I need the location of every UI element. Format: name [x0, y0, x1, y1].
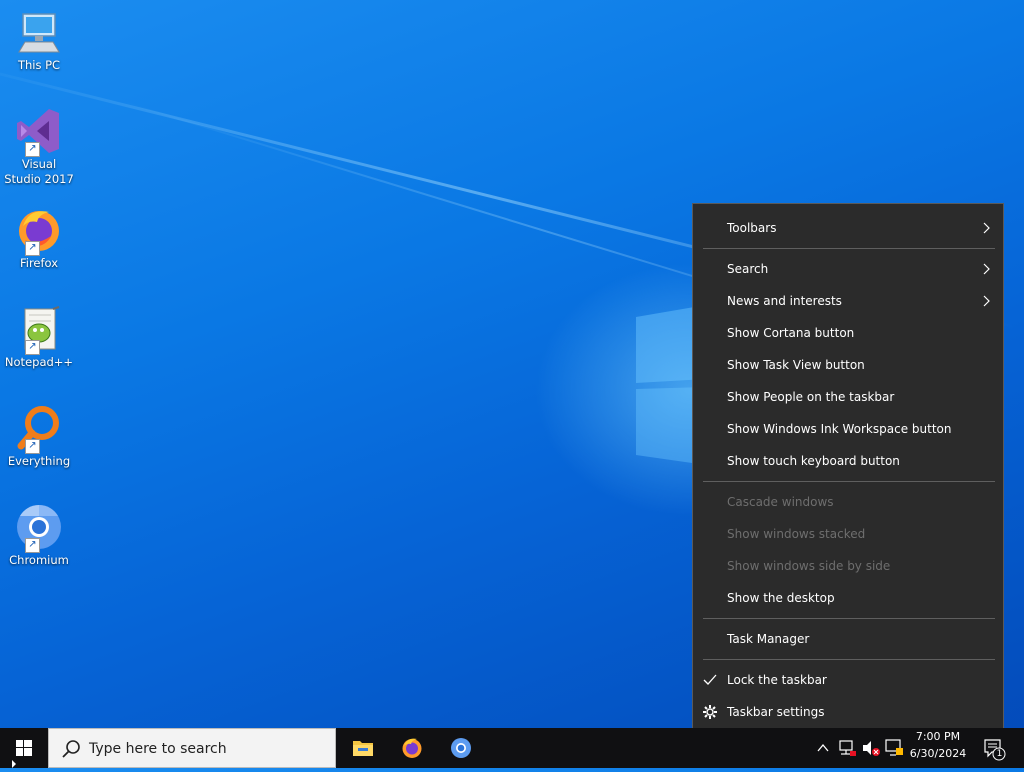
shortcut-arrow-icon: ↗ [25, 340, 40, 355]
search-icon [62, 740, 80, 758]
menu-item-show-task-view-button[interactable]: Show Task View button [693, 351, 1003, 379]
clock-time: 7:00 PM [915, 730, 961, 743]
firefox-icon [402, 738, 422, 758]
menu-item-show-ink-workspace[interactable]: Show Windows Ink Workspace button [693, 415, 1003, 443]
menu-item-show-the-desktop[interactable]: Show the desktop [693, 584, 1003, 612]
menu-item-label: Show People on the taskbar [727, 390, 895, 404]
menu-item-cascade-windows: Cascade windows [693, 488, 1003, 516]
menu-item-taskbar-settings[interactable]: Taskbar settings [693, 698, 1003, 726]
desktop-icon-chromium[interactable]: ↗ Chromium [2, 503, 76, 568]
action-center-button[interactable]: 1 [980, 728, 1010, 768]
menu-item-label: News and interests [727, 294, 842, 308]
menu-item-label: Show windows stacked [727, 527, 866, 541]
menu-item-label: Show Task View button [727, 358, 865, 372]
menu-item-search[interactable]: Search [693, 255, 1003, 283]
chromium-icon: ↗ [15, 503, 63, 553]
desktop-icon-label: Notepad++ [4, 355, 74, 369]
folder-icon [353, 741, 373, 756]
menu-item-show-windows-stacked: Show windows stacked [693, 520, 1003, 548]
menu-item-label: Show Windows Ink Workspace button [727, 422, 952, 436]
taskbar-search-box[interactable]: Type here to search [48, 728, 336, 768]
taskbar-firefox[interactable] [388, 728, 436, 768]
menu-separator [703, 659, 995, 660]
taskbar-file-explorer[interactable] [339, 728, 387, 768]
shortcut-arrow-icon: ↗ [25, 241, 40, 256]
search-placeholder: Type here to search [89, 741, 227, 757]
chevron-up-icon[interactable] [815, 728, 831, 768]
menu-item-label: Show touch keyboard button [727, 454, 900, 468]
menu-item-label: Show the desktop [727, 591, 835, 605]
menu-item-news-and-interests[interactable]: News and interests [693, 287, 1003, 315]
menu-item-label: Toolbars [727, 221, 777, 235]
start-button[interactable] [0, 728, 48, 768]
chromium-icon [451, 738, 471, 758]
volume-muted-icon[interactable] [861, 728, 881, 768]
taskbar-clock[interactable]: 7:00 PM 6/30/2024 [902, 728, 974, 768]
computer-icon [15, 8, 63, 56]
desktop-icon-visual-studio[interactable]: ↗ Visual Studio 2017 [2, 107, 76, 187]
menu-item-toolbars[interactable]: Toolbars [693, 214, 1003, 242]
menu-separator [703, 618, 995, 619]
menu-item-show-touch-keyboard[interactable]: Show touch keyboard button [693, 447, 1003, 475]
chevron-right-icon [983, 295, 990, 307]
taskbar-chromium[interactable] [437, 728, 485, 768]
shortcut-arrow-icon: ↗ [25, 142, 40, 157]
chevron-right-icon [983, 222, 990, 234]
windows-logo-icon [12, 740, 32, 768]
desktop-icon-label: Visual Studio 2017 [4, 157, 74, 186]
firefox-icon: ↗ [15, 206, 63, 256]
menu-separator [703, 481, 995, 482]
desktop-icon-label: Everything [7, 454, 71, 468]
menu-item-label: Cascade windows [727, 495, 834, 509]
shortcut-arrow-icon: ↗ [25, 538, 40, 553]
taskbar: Type here to search 7:00 PM 6/30/2024 1 [0, 728, 1024, 768]
desktop-icon-everything[interactable]: ↗ Everything [2, 404, 76, 469]
menu-item-label: Taskbar settings [727, 705, 825, 719]
gear-icon [703, 705, 717, 719]
menu-separator [703, 248, 995, 249]
menu-item-label: Show Cortana button [727, 326, 855, 340]
menu-item-lock-the-taskbar[interactable]: Lock the taskbar [693, 666, 1003, 694]
network-icon[interactable] [837, 728, 857, 768]
desktop-icon-this-pc[interactable]: This PC [2, 8, 76, 73]
menu-item-show-cortana-button[interactable]: Show Cortana button [693, 319, 1003, 347]
menu-item-task-manager[interactable]: Task Manager [693, 625, 1003, 653]
menu-item-label: Show windows side by side [727, 559, 891, 573]
everything-search-icon: ↗ [15, 404, 63, 454]
desktop-icon-label: Firefox [19, 256, 59, 270]
checkmark-icon [703, 674, 717, 685]
menu-item-show-people[interactable]: Show People on the taskbar [693, 383, 1003, 411]
display-warning-icon[interactable] [884, 728, 904, 768]
desktop-icon-label: This PC [17, 58, 61, 72]
visual-studio-icon: ↗ [15, 107, 63, 157]
desktop-icon-label: Chromium [9, 553, 69, 567]
notification-count-badge: 1 [996, 749, 1003, 759]
notepadpp-icon: ↗ [15, 305, 63, 355]
desktop-icon-firefox[interactable]: ↗ Firefox [2, 206, 76, 271]
menu-item-label: Lock the taskbar [727, 673, 827, 687]
chevron-right-icon [983, 263, 990, 275]
desktop-icon-notepadpp[interactable]: ↗ Notepad++ [2, 305, 76, 370]
shortcut-arrow-icon: ↗ [25, 439, 40, 454]
menu-item-show-windows-side-by-side: Show windows side by side [693, 552, 1003, 580]
menu-item-label: Task Manager [727, 632, 810, 646]
taskbar-context-menu: Toolbars Search News and interests Show … [692, 203, 1004, 736]
clock-date: 6/30/2024 [909, 747, 967, 760]
menu-item-label: Search [727, 262, 769, 276]
